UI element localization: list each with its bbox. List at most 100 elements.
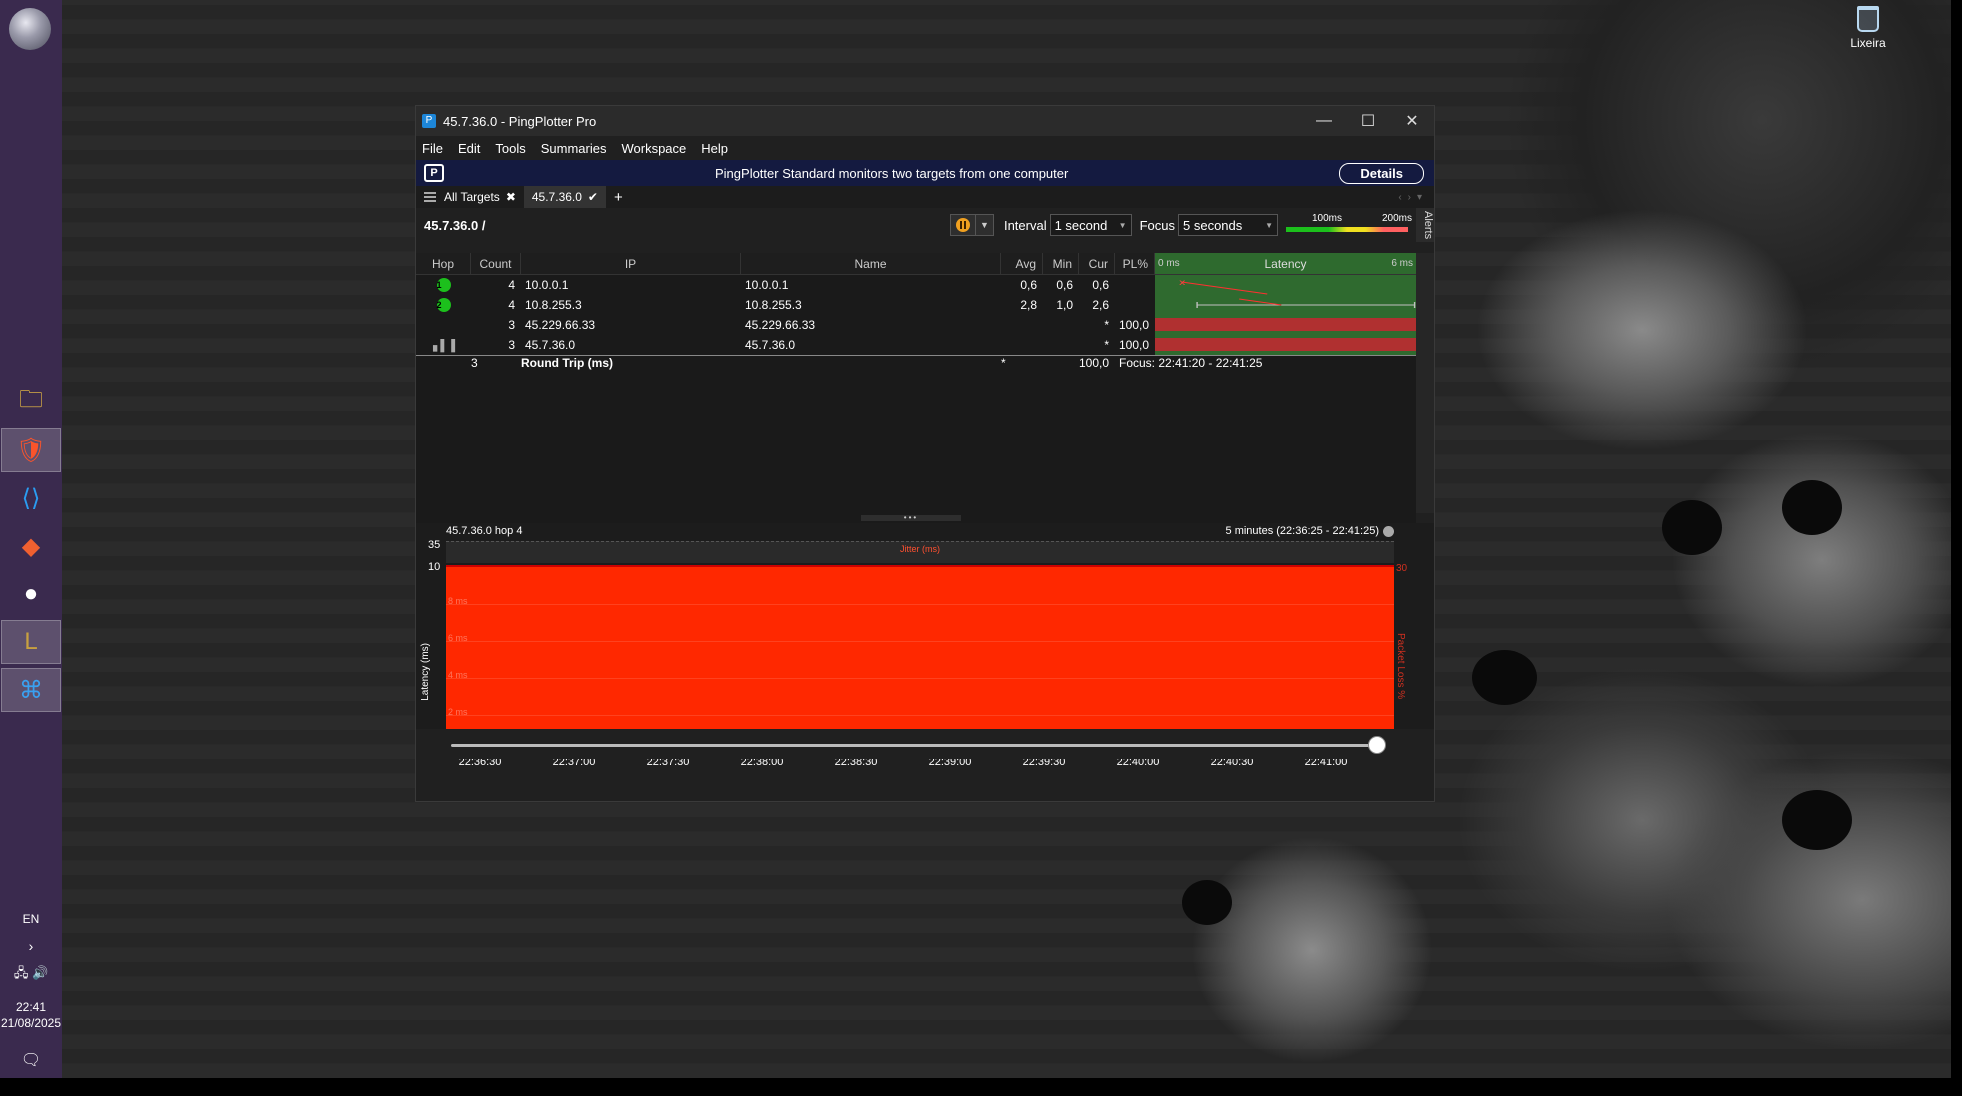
latency-graph-cell: x (1155, 275, 1416, 295)
time-slider-thumb[interactable] (1368, 736, 1386, 754)
tab-scroll-arrows-icon[interactable]: ‹›▾ (1398, 192, 1428, 203)
pause-dropdown-button[interactable]: ▼ (975, 214, 994, 236)
gridline (446, 641, 1394, 642)
interval-select[interactable]: 1 second ▼ (1049, 214, 1132, 236)
menu-bar: File Edit Tools Summaries Workspace Help (416, 136, 1434, 160)
github-icon[interactable]: ● (1, 572, 61, 616)
header-avg[interactable]: Avg (1001, 253, 1043, 274)
notification-icon[interactable]: 🗨 (0, 1050, 62, 1070)
recycle-bin-shortcut[interactable]: Lixeira (1838, 6, 1898, 50)
chevron-right-icon[interactable]: › (0, 938, 62, 954)
start-button[interactable] (9, 8, 51, 50)
table-header: Hop Count IP Name Avg Min Cur PL% 0 ms L… (416, 253, 1416, 275)
packet-loss-bar (1155, 338, 1416, 351)
target-tabs: All Targets ✖ 45.7.36.0 ✔ + ‹›▾ (416, 186, 1434, 208)
time-slider-track[interactable] (451, 744, 1376, 747)
header-min[interactable]: Min (1043, 253, 1079, 274)
maximize-button[interactable]: ☐ (1346, 106, 1390, 136)
taskbar: 🗀 🛡 ⟨⟩ ◆ ● L ⌘ EN › 🖧 🔊 22:41 21/08/2025… (0, 0, 62, 1078)
menu-help[interactable]: Help (701, 141, 728, 156)
tab-current-target[interactable]: 45.7.36.0 ✔ (523, 186, 606, 208)
chevron-down-circle-icon[interactable] (1383, 525, 1394, 537)
cell-hop (416, 315, 471, 335)
menu-tools[interactable]: Tools (495, 141, 525, 156)
latency-graph-cell (1155, 335, 1416, 355)
language-indicator[interactable]: EN (0, 912, 62, 926)
time-slider (416, 729, 1416, 759)
gridline-label: 2 ms (448, 707, 468, 717)
cell-cur: 2,6 (1092, 298, 1109, 312)
close-button[interactable]: ✕ (1390, 106, 1434, 136)
tab-all-targets[interactable]: All Targets ✖ (436, 186, 524, 208)
header-ip[interactable]: IP (521, 253, 741, 274)
focus-select[interactable]: 5 seconds ▼ (1178, 214, 1278, 236)
latency-graph-cell (1155, 295, 1416, 315)
league-of-legends-icon[interactable]: L (1, 620, 61, 664)
y-right-max: 30 (1396, 563, 1408, 574)
table-row[interactable]: 1 4 10.0.0.1 10.0.0.1 0,6 0,6 0,6 x (416, 275, 1416, 295)
pause-button[interactable] (949, 214, 976, 236)
y-axis-max: 10 (428, 561, 441, 573)
table-row[interactable]: 3 45.229.66.33 45.229.66.33 * 100,0 (416, 315, 1416, 335)
cell-cur: 0,6 (1092, 278, 1109, 292)
pingplotter-taskbar-icon[interactable]: ⌘ (1, 668, 61, 712)
splitter-grip-icon[interactable]: ••• (861, 514, 961, 522)
menu-summaries[interactable]: Summaries (541, 141, 607, 156)
git-icon[interactable]: ◆ (1, 524, 61, 568)
network-volume-icons[interactable]: 🖧 🔊 (0, 964, 62, 986)
pingplotter-window: P 45.7.36.0 - PingPlotter Pro — ☐ ✕ File… (415, 105, 1435, 802)
bar-chart-icon[interactable]: ▖▌▐ (433, 339, 455, 352)
cell-min (1043, 335, 1079, 355)
clock-time[interactable]: 22:41 (0, 1000, 62, 1014)
rt-focus-range: Focus: 22:41:20 - 22:41:25 (1119, 356, 1263, 370)
clock-date[interactable]: 21/08/2025 (0, 1016, 62, 1030)
scale-100ms: 100ms (1312, 213, 1343, 224)
header-count[interactable]: Count (471, 253, 521, 274)
hamburger-menu-icon[interactable] (424, 192, 436, 202)
skull-eye-decoration (1182, 880, 1232, 925)
menu-edit[interactable]: Edit (458, 141, 480, 156)
header-name[interactable]: Name (741, 253, 1001, 274)
brave-browser-icon[interactable]: 🛡 (1, 428, 61, 472)
table-row[interactable]: ▖▌▐ 3 45.7.36.0 45.7.36.0 * 100,0 (416, 335, 1416, 355)
menu-workspace[interactable]: Workspace (621, 141, 686, 156)
y-right-title: Packet Loss % (1395, 633, 1406, 700)
cell-pl: 100,0 (1118, 318, 1149, 332)
interval-value: 1 second (1054, 217, 1108, 233)
latency-graph-cell (1155, 315, 1416, 335)
scale-gradient-bar (1286, 227, 1408, 232)
cell-pl (1115, 295, 1155, 315)
vertical-scrollbar[interactable] (1416, 253, 1434, 513)
table-row[interactable]: 2 4 10.8.255.3 10.8.255.3 2,8 1,0 2,6 (416, 295, 1416, 315)
close-tab-icon[interactable]: ✖ (506, 190, 516, 204)
title-bar: P 45.7.36.0 - PingPlotter Pro — ☐ ✕ (416, 106, 1434, 136)
minimize-button[interactable]: — (1302, 106, 1346, 136)
cell-min: 0,6 (1056, 278, 1073, 292)
focus-label: Focus (1139, 217, 1175, 233)
rt-label: Round Trip (ms) (521, 356, 613, 370)
vscode-icon[interactable]: ⟨⟩ (1, 476, 61, 520)
rt-pl: 100,0 (1079, 356, 1110, 370)
add-tab-button[interactable]: + (606, 186, 631, 208)
gridline-label: 6 ms (448, 633, 468, 643)
gridline (446, 715, 1394, 716)
recycle-bin-label: Lixeira (1850, 36, 1886, 50)
menu-file[interactable]: File (422, 141, 443, 156)
pane-splitter[interactable]: ••• (416, 513, 1416, 523)
details-button[interactable]: Details (1339, 162, 1424, 184)
cell-name: 45.7.36.0 (745, 338, 796, 352)
header-cur[interactable]: Cur (1079, 253, 1115, 274)
skull-eye-decoration (1662, 500, 1722, 555)
file-explorer-icon[interactable]: 🗀 (1, 380, 61, 424)
header-hop[interactable]: Hop (416, 253, 471, 274)
packet-loss-plot[interactable]: 8 ms 6 ms 4 ms 2 ms (446, 565, 1394, 754)
header-latency[interactable]: 0 ms Latency 6 ms (1155, 253, 1416, 274)
cell-pl: 100,0 (1118, 338, 1149, 352)
window-title: 45.7.36.0 - PingPlotter Pro (443, 113, 597, 129)
rt-count: 3 (471, 356, 478, 370)
alerts-side-tab[interactable]: Alerts (1416, 208, 1434, 242)
y-axis-jitter-max: 35 (428, 539, 441, 551)
header-pl[interactable]: PL% (1115, 253, 1155, 274)
graph-range[interactable]: 5 minutes (22:36:25 - 22:41:25) (1226, 525, 1379, 537)
jitter-label: Jitter (ms) (900, 544, 940, 554)
